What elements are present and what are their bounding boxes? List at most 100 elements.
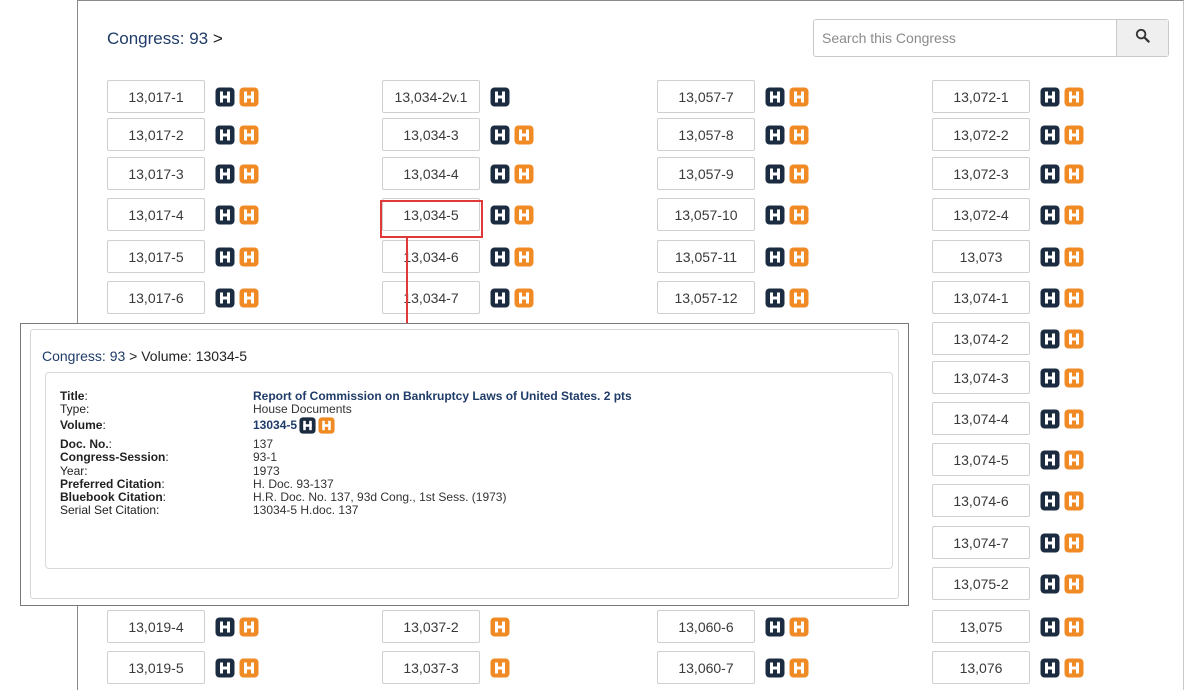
- volume-link[interactable]: 13,073: [932, 240, 1030, 273]
- hathi-full-view-icon[interactable]: [215, 164, 235, 184]
- hathi-search-only-icon[interactable]: [239, 125, 259, 145]
- volume-link[interactable]: 13,019-5: [107, 651, 205, 684]
- hathi-search-only-icon[interactable]: [514, 125, 534, 145]
- volume-link[interactable]: 13,057-7: [657, 80, 755, 113]
- hathi-search-only-icon[interactable]: [789, 247, 809, 267]
- volume-link[interactable]: 13,075-2: [932, 567, 1030, 600]
- hathi-full-view-icon[interactable]: [1040, 491, 1060, 511]
- volume-link[interactable]: 13,072-2: [932, 118, 1030, 151]
- volume-link[interactable]: 13,057-8: [657, 118, 755, 151]
- hathi-search-only-icon[interactable]: [1064, 450, 1084, 470]
- hathi-search-only-icon[interactable]: [1064, 125, 1084, 145]
- hathi-search-only-icon[interactable]: [239, 658, 259, 678]
- hathi-full-view-icon[interactable]: [215, 658, 235, 678]
- hathi-search-only-icon[interactable]: [1064, 574, 1084, 594]
- hathi-search-only-icon[interactable]: [1064, 247, 1084, 267]
- hathi-full-view-icon[interactable]: [1040, 409, 1060, 429]
- hathi-search-only-icon[interactable]: [514, 247, 534, 267]
- hathi-full-view-icon[interactable]: [765, 288, 785, 308]
- volume-link[interactable]: 13,017-1: [107, 80, 205, 113]
- hathi-full-view-icon[interactable]: [1040, 368, 1060, 388]
- volume-link[interactable]: 13,060-7: [657, 651, 755, 684]
- volume-link[interactable]: 13,034-2v.1: [382, 80, 480, 113]
- hathi-full-view-icon[interactable]: [765, 125, 785, 145]
- hathi-search-only-icon[interactable]: [239, 617, 259, 637]
- hathi-search-only-icon[interactable]: [789, 658, 809, 678]
- volume-link[interactable]: 13,074-4: [932, 402, 1030, 435]
- hathi-search-only-icon[interactable]: [1064, 617, 1084, 637]
- hathi-search-only-icon[interactable]: [239, 164, 259, 184]
- volume-link[interactable]: 13,072-4: [932, 198, 1030, 231]
- hathi-full-view-icon[interactable]: [765, 164, 785, 184]
- search-input[interactable]: [814, 20, 1116, 56]
- hathi-search-only-icon[interactable]: [1064, 491, 1084, 511]
- hathi-search-only-icon[interactable]: [514, 288, 534, 308]
- volume-link[interactable]: 13,057-12: [657, 281, 755, 314]
- hathi-full-view-icon[interactable]: [215, 205, 235, 225]
- hathi-full-view-icon[interactable]: [490, 247, 510, 267]
- volume-link[interactable]: 13,017-4: [107, 198, 205, 231]
- hathi-full-view-icon[interactable]: [215, 125, 235, 145]
- volume-link[interactable]: 13,017-5: [107, 240, 205, 273]
- volume-link[interactable]: 13,074-2: [932, 322, 1030, 355]
- volume-link[interactable]: 13,034-3: [382, 118, 480, 151]
- volume-link[interactable]: 13,074-5: [932, 443, 1030, 476]
- hathi-search-only-icon[interactable]: [1064, 329, 1084, 349]
- hathi-search-only-icon[interactable]: [1064, 658, 1084, 678]
- hathi-search-only-icon[interactable]: [1064, 409, 1084, 429]
- volume-link[interactable]: 13,074-1: [932, 281, 1030, 314]
- hathi-search-only-icon[interactable]: [1064, 164, 1084, 184]
- hathi-search-only-icon[interactable]: [318, 417, 335, 434]
- breadcrumb-congress-link[interactable]: Congress: 93: [107, 29, 208, 48]
- hathi-full-view-icon[interactable]: [765, 247, 785, 267]
- hathi-search-only-icon[interactable]: [789, 617, 809, 637]
- popup-breadcrumb-congress-link[interactable]: Congress: 93: [42, 348, 125, 364]
- hathi-full-view-icon[interactable]: [490, 288, 510, 308]
- volume-link[interactable]: 13,075: [932, 610, 1030, 643]
- hathi-search-only-icon[interactable]: [490, 658, 510, 678]
- hathi-full-view-icon[interactable]: [1040, 125, 1060, 145]
- hathi-search-only-icon[interactable]: [1064, 288, 1084, 308]
- volume-link[interactable]: 13,057-11: [657, 240, 755, 273]
- hathi-search-only-icon[interactable]: [1064, 368, 1084, 388]
- volume-link[interactable]: 13,074-3: [932, 361, 1030, 394]
- hathi-full-view-icon[interactable]: [215, 247, 235, 267]
- volume-link[interactable]: 13,017-2: [107, 118, 205, 151]
- hathi-full-view-icon[interactable]: [490, 87, 510, 107]
- hathi-full-view-icon[interactable]: [490, 125, 510, 145]
- hathi-full-view-icon[interactable]: [765, 205, 785, 225]
- volume-link[interactable]: 13,057-10: [657, 198, 755, 231]
- volume-link[interactable]: 13,037-2: [382, 610, 480, 643]
- volume-link[interactable]: 13,072-3: [932, 157, 1030, 190]
- hathi-full-view-icon[interactable]: [215, 87, 235, 107]
- hathi-search-only-icon[interactable]: [1064, 87, 1084, 107]
- volume-link[interactable]: 13,074-7: [932, 526, 1030, 559]
- hathi-full-view-icon[interactable]: [1040, 205, 1060, 225]
- hathi-full-view-icon[interactable]: [1040, 533, 1060, 553]
- volume-link[interactable]: 13,074-6: [932, 484, 1030, 517]
- volume-link[interactable]: 13,072-1: [932, 80, 1030, 113]
- hathi-full-view-icon[interactable]: [215, 617, 235, 637]
- hathi-full-view-icon[interactable]: [1040, 617, 1060, 637]
- hathi-search-only-icon[interactable]: [789, 205, 809, 225]
- hathi-full-view-icon[interactable]: [1040, 329, 1060, 349]
- hathi-search-only-icon[interactable]: [1064, 533, 1084, 553]
- hathi-full-view-icon[interactable]: [1040, 450, 1060, 470]
- hathi-full-view-icon[interactable]: [765, 658, 785, 678]
- hathi-search-only-icon[interactable]: [789, 164, 809, 184]
- hathi-full-view-icon[interactable]: [490, 205, 510, 225]
- hathi-search-only-icon[interactable]: [789, 87, 809, 107]
- hathi-full-view-icon[interactable]: [1040, 574, 1060, 594]
- volume-link[interactable]: 13,017-6: [107, 281, 205, 314]
- hathi-search-only-icon[interactable]: [514, 205, 534, 225]
- search-button[interactable]: [1116, 20, 1168, 56]
- hathi-full-view-icon[interactable]: [1040, 87, 1060, 107]
- hathi-full-view-icon[interactable]: [765, 87, 785, 107]
- hathi-full-view-icon[interactable]: [1040, 288, 1060, 308]
- metadata-value[interactable]: 13034-5: [253, 417, 335, 434]
- hathi-search-only-icon[interactable]: [514, 164, 534, 184]
- hathi-full-view-icon[interactable]: [299, 417, 316, 434]
- volume-link[interactable]: 13,076: [932, 651, 1030, 684]
- volume-link[interactable]: 13,037-3: [382, 651, 480, 684]
- volume-link[interactable]: 13,057-9: [657, 157, 755, 190]
